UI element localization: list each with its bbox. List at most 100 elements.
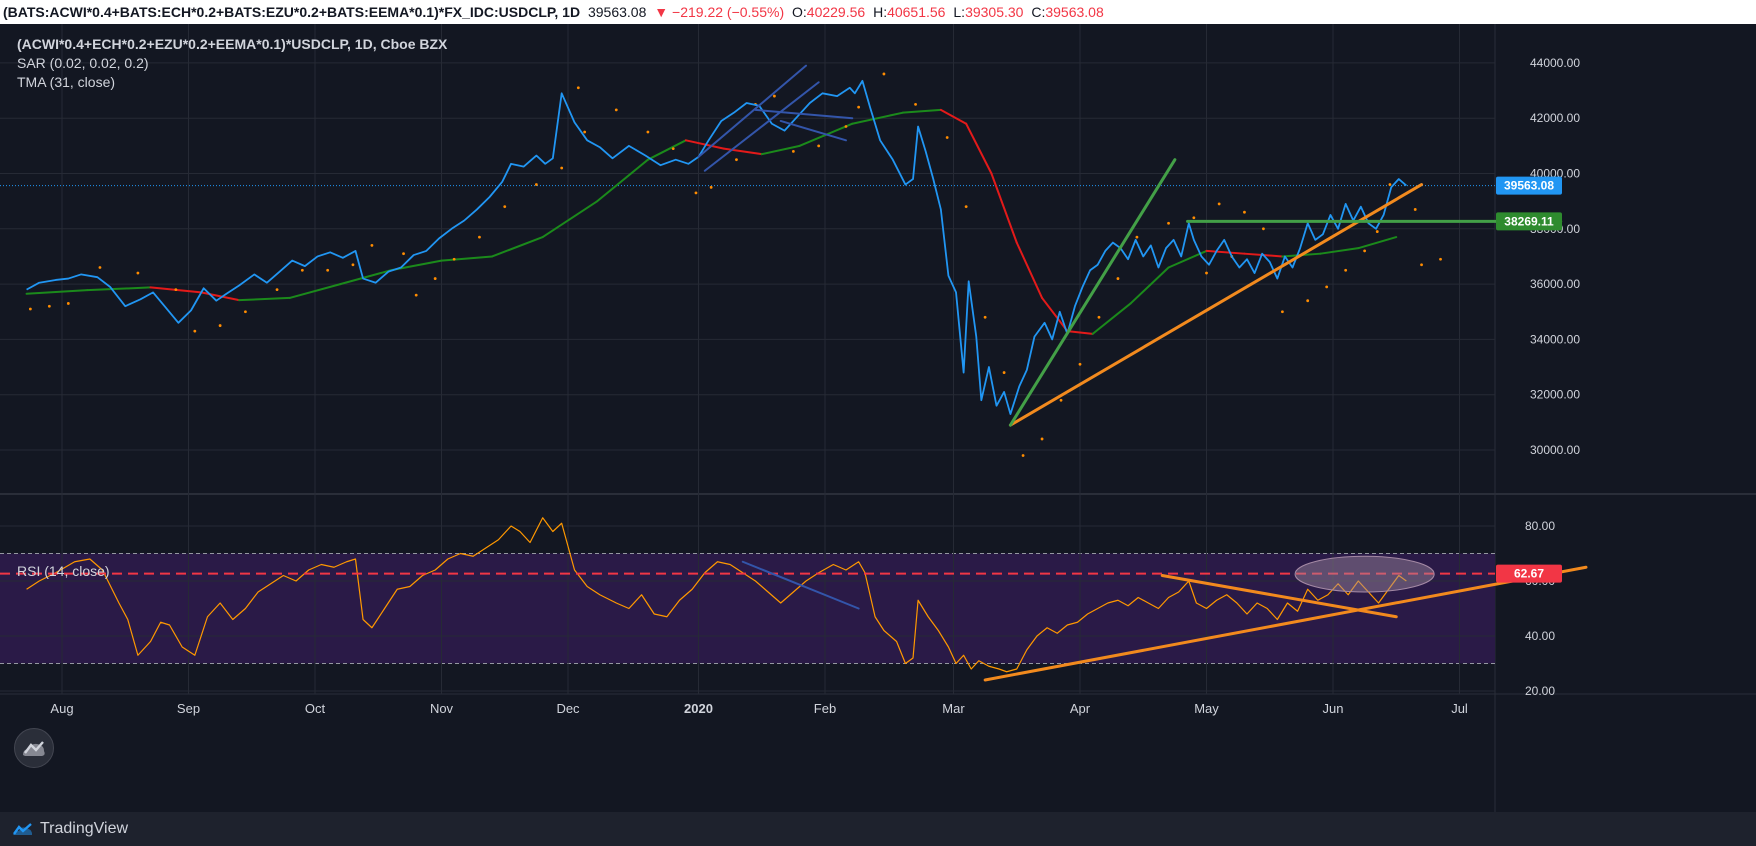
sar-dot xyxy=(1439,257,1442,261)
sar-dot xyxy=(402,252,405,256)
sar-dot xyxy=(671,147,675,151)
x-tick-label: Aug xyxy=(50,701,73,716)
sar-dot xyxy=(614,108,618,112)
sar-dot xyxy=(1002,371,1006,374)
sar-dot xyxy=(136,271,140,275)
rsi-last-tag: 62.67 xyxy=(1514,567,1544,581)
sar-dot xyxy=(1388,183,1392,186)
brand[interactable]: TradingView xyxy=(12,820,128,838)
chart-title[interactable]: (ACWI*0.4+ECH*0.2+EZU*0.2+EEMA*0.1)*USDC… xyxy=(17,35,447,54)
sar-dot xyxy=(433,277,437,280)
x-tick-label: 2020 xyxy=(684,701,713,716)
rsi-tick-label: 20.00 xyxy=(1525,684,1555,698)
x-tick-label: Oct xyxy=(305,701,326,716)
chart-canvas[interactable]: Aug Sep Oct Nov Dec 2020 Feb Mar Apr May Jun Jul 300… xyxy=(0,24,1756,812)
tma-legend[interactable]: TMA (31, close) xyxy=(17,73,447,92)
sar-dot xyxy=(47,304,51,308)
sar-dot xyxy=(193,329,197,333)
sar-legend[interactable]: SAR (0.02, 0.02, 0.2) xyxy=(17,54,447,73)
x-tick-label: Nov xyxy=(430,701,454,716)
last-price-tag: 39563.08 xyxy=(1504,179,1554,193)
sar-dot xyxy=(773,94,776,98)
sar-dot xyxy=(1021,454,1025,457)
sar-dot xyxy=(1363,249,1367,253)
sar-dot xyxy=(28,307,32,311)
last-price: 39563.08 xyxy=(587,4,647,20)
sar-dot xyxy=(1420,263,1423,267)
sar-dot xyxy=(1040,437,1044,441)
high-value: 40651.56 xyxy=(887,4,946,20)
sar-dot xyxy=(945,136,949,139)
sar-dot xyxy=(218,324,222,327)
sar-dot xyxy=(1243,210,1246,214)
price-tick-label: 42000.00 xyxy=(1530,111,1580,125)
sar-dot xyxy=(791,149,795,153)
sar-dot xyxy=(1375,230,1379,233)
x-tick-label: Dec xyxy=(556,701,580,716)
sar-dot xyxy=(560,166,564,170)
rsi-legend: RSI (14, close) xyxy=(17,562,110,581)
sar-dot xyxy=(983,315,987,319)
highlight-ellipse xyxy=(1294,555,1435,593)
sar-dot xyxy=(1281,310,1284,314)
sar-dot xyxy=(351,263,355,267)
sar-dot xyxy=(503,205,507,209)
sar-dot xyxy=(1306,299,1310,303)
price-tick-label: 36000.00 xyxy=(1530,277,1580,291)
tradingview-button[interactable] xyxy=(14,728,54,768)
sar-dot xyxy=(1167,221,1170,225)
sar-dot xyxy=(583,130,587,134)
sar-dot xyxy=(576,86,580,90)
sar-dot xyxy=(174,288,178,292)
sar-dot xyxy=(1192,216,1196,220)
x-tick-label: Apr xyxy=(1070,701,1091,716)
sar-dot xyxy=(1135,235,1139,239)
rsi-tick-label: 80.00 xyxy=(1525,519,1555,533)
symbol-header: (BATS:ACWI*0.4+BATS:ECH*0.2+BATS:EZU*0.2… xyxy=(0,0,1756,24)
sar-dot xyxy=(452,257,456,261)
rsi-legend-label[interactable]: RSI (14, close) xyxy=(17,562,110,581)
sar-dot xyxy=(1262,227,1265,231)
sar-dot xyxy=(98,266,102,269)
price-tick-label: 30000.00 xyxy=(1530,443,1580,457)
x-tick-label: Jun xyxy=(1323,701,1344,716)
sar-dot xyxy=(709,185,713,189)
cloud-icon xyxy=(23,741,45,756)
close-value: 39563.08 xyxy=(1045,4,1104,20)
sar-dot xyxy=(1116,277,1120,280)
low-label: L: xyxy=(953,4,966,20)
x-tick-label: Feb xyxy=(814,701,836,716)
sar-dot xyxy=(914,102,917,106)
sar-dot xyxy=(1078,362,1082,366)
price-tick-label: 32000.00 xyxy=(1530,388,1580,402)
sar-dot xyxy=(735,158,738,162)
sar-dot xyxy=(370,243,374,247)
x-tick-label: Sep xyxy=(177,701,200,716)
brand-label: TradingView xyxy=(40,820,129,837)
sar-dot xyxy=(844,125,848,128)
sar-dot xyxy=(244,310,247,314)
symbol-name[interactable]: (BATS:ACWI*0.4+BATS:ECH*0.2+BATS:EZU*0.2… xyxy=(3,4,580,20)
rsi-tick-label: 40.00 xyxy=(1525,629,1555,643)
sar-dot xyxy=(882,72,886,76)
price-tick-label: 34000.00 xyxy=(1530,332,1580,346)
sar-dot xyxy=(857,105,861,109)
low-value: 39305.30 xyxy=(965,4,1024,20)
sar-dot xyxy=(817,144,821,148)
sar-dot xyxy=(964,205,968,209)
sar-dot xyxy=(414,293,418,297)
tradingview-logo-icon xyxy=(13,823,32,835)
x-tick-label: Jul xyxy=(1451,701,1468,716)
sar-dot xyxy=(534,183,538,186)
open-value: 40229.56 xyxy=(806,4,866,20)
x-tick-label: May xyxy=(1194,701,1219,716)
price-change: ▼ −219.22 (−0.55%) xyxy=(654,4,785,20)
price-legend: (ACWI*0.4+ECH*0.2+EZU*0.2+EEMA*0.1)*USDC… xyxy=(17,35,447,92)
sar-dot xyxy=(646,130,650,134)
sar-dot xyxy=(66,302,70,305)
sar-dot xyxy=(478,235,481,239)
open-label: O: xyxy=(792,4,807,20)
high-label: H: xyxy=(873,4,888,20)
sar-dot xyxy=(275,288,279,292)
sar-dot xyxy=(694,191,698,195)
